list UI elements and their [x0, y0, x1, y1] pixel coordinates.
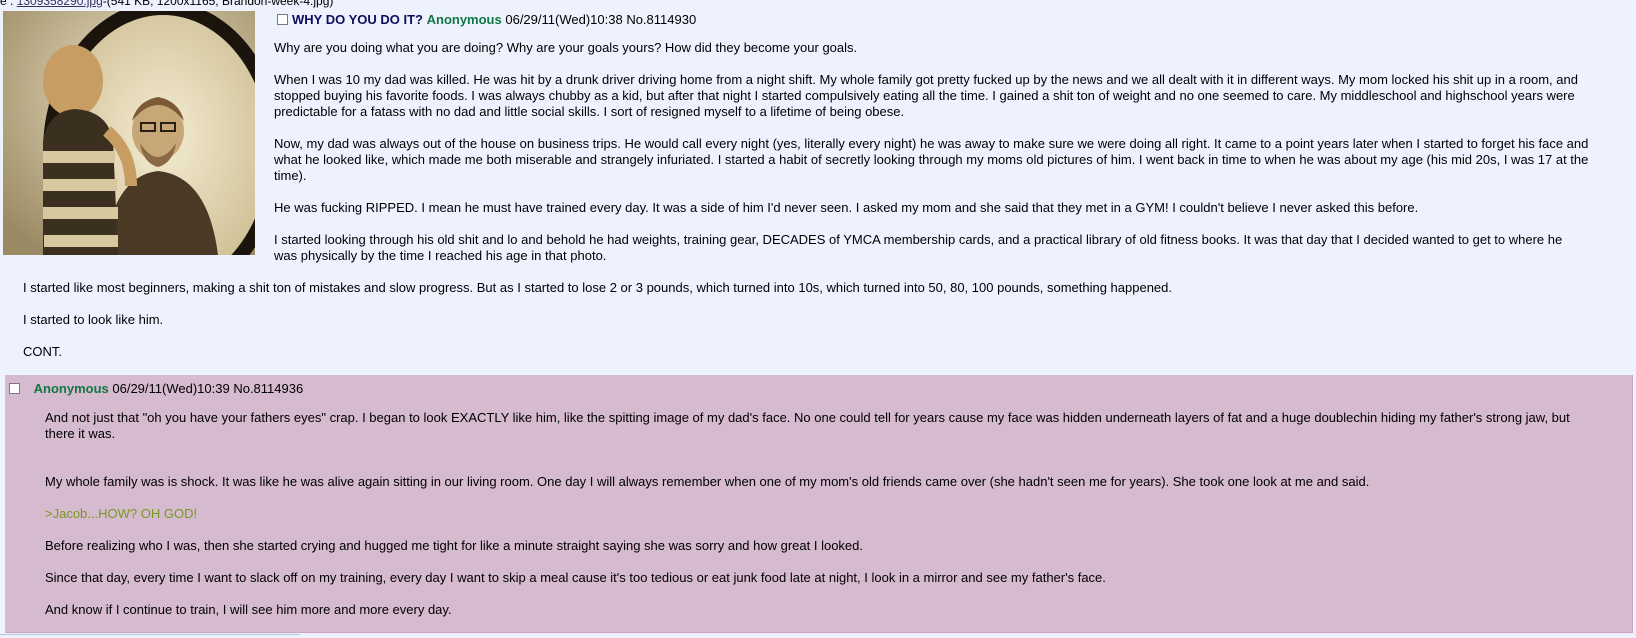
op-paragraph: Why are you doing what you are doing? Wh… [274, 40, 858, 55]
reply-select-checkbox[interactable] [9, 383, 20, 394]
op-paragraph: He was fucking RIPPED. I mean he must ha… [274, 200, 1419, 215]
post-image-thumbnail[interactable] [3, 11, 255, 255]
post-datetime: 06/29/11(Wed)10:38 [505, 12, 623, 27]
op-paragraph: Now, my dad was always out of the house … [274, 136, 1589, 183]
op-paragraph: I started looking through his old shit a… [274, 232, 1563, 263]
op-paragraph: I started like most beginners, making a … [23, 280, 1173, 295]
op-post: WHY DO YOU DO IT? Anonymous 06/29/11(Wed… [0, 0, 1636, 370]
reply-paragraph: Since that day, every time I want to sla… [45, 570, 1106, 585]
post-number-link[interactable]: No.8114930 [626, 12, 696, 27]
op-post-header: WHY DO YOU DO IT? Anonymous 06/29/11(Wed… [277, 12, 696, 28]
reply-paragraph: And not just that "oh you have your fath… [45, 410, 1570, 441]
op-paragraph: I started to look like him. [23, 312, 164, 327]
bottom-separator [0, 633, 1636, 638]
reply-paragraph: My whole family was is shock. It was lik… [45, 474, 1370, 489]
post-datetime: 06/29/11(Wed)10:39 [112, 381, 230, 396]
reply-paragraph: Before realizing who I was, then she sta… [45, 538, 863, 553]
reply-post-header: Anonymous 06/29/11(Wed)10:39 No.8114936 [9, 381, 303, 397]
separator-line [0, 634, 300, 635]
reply-post: Anonymous 06/29/11(Wed)10:39 No.8114936 … [5, 375, 1633, 633]
op-paragraph: CONT. [23, 344, 62, 359]
greentext-quote: >Jacob...HOW? OH GOD! [45, 506, 198, 521]
reply-paragraph: And know if I continue to train, I will … [45, 602, 452, 617]
poster-name: Anonymous [426, 12, 502, 27]
op-select-checkbox[interactable] [277, 14, 288, 25]
post-subject: WHY DO YOU DO IT? [292, 12, 423, 27]
op-paragraph: When I was 10 my dad was killed. He was … [274, 72, 1578, 119]
poster-name: Anonymous [33, 381, 109, 396]
post-number-link[interactable]: No.8114936 [233, 381, 303, 396]
